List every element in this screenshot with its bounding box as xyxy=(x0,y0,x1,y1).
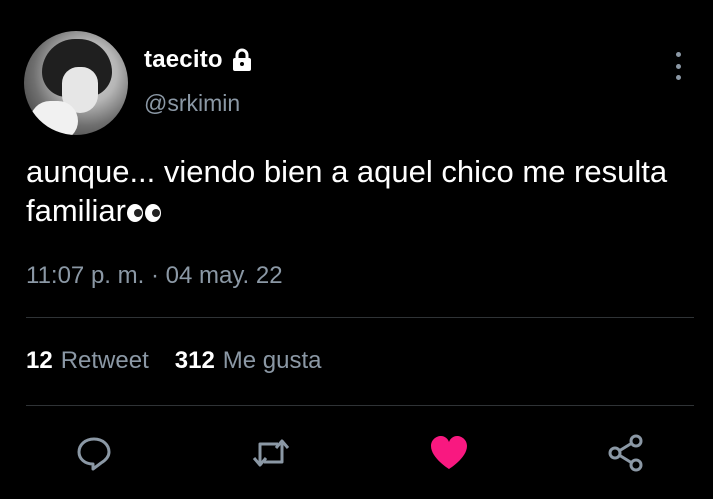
likes-count[interactable]: 312 xyxy=(175,347,215,375)
lock-icon xyxy=(229,47,255,73)
avatar[interactable] xyxy=(24,31,128,135)
more-dot xyxy=(675,75,681,80)
share-icon xyxy=(608,434,643,472)
retweet-button[interactable] xyxy=(250,432,292,474)
retweets-label[interactable]: Retweet xyxy=(61,347,149,375)
more-dot xyxy=(675,63,681,69)
reply-button[interactable] xyxy=(73,432,115,474)
author-handle[interactable]: @srkimin xyxy=(144,90,240,117)
like-button[interactable] xyxy=(428,432,470,474)
share-button[interactable] xyxy=(605,432,647,474)
tweet-text-body: aunque... viendo bien a aquel chico me r… xyxy=(26,154,668,228)
more-options-icon[interactable] xyxy=(666,52,690,80)
more-dot xyxy=(675,52,681,57)
tweet-timestamp[interactable]: 11:07 p. m. · 04 may. 22 xyxy=(26,262,283,290)
eyes-icon xyxy=(126,193,162,222)
tweet-text: aunque... viendo bien a aquel chico me r… xyxy=(26,152,686,230)
retweets-count[interactable]: 12 xyxy=(26,347,53,375)
retweet-icon xyxy=(252,439,290,467)
author-name[interactable]: taecito xyxy=(144,46,223,74)
author-name-row[interactable]: taecito xyxy=(144,46,255,74)
heart-icon xyxy=(431,436,467,469)
likes-label[interactable]: Me gusta xyxy=(223,347,322,375)
avatar-arm xyxy=(30,101,78,135)
reply-icon xyxy=(77,437,111,471)
engagement-stats: 12 Retweet 312 Me gusta xyxy=(26,347,322,375)
divider xyxy=(26,405,694,406)
action-bar xyxy=(0,420,713,480)
divider xyxy=(26,317,694,318)
